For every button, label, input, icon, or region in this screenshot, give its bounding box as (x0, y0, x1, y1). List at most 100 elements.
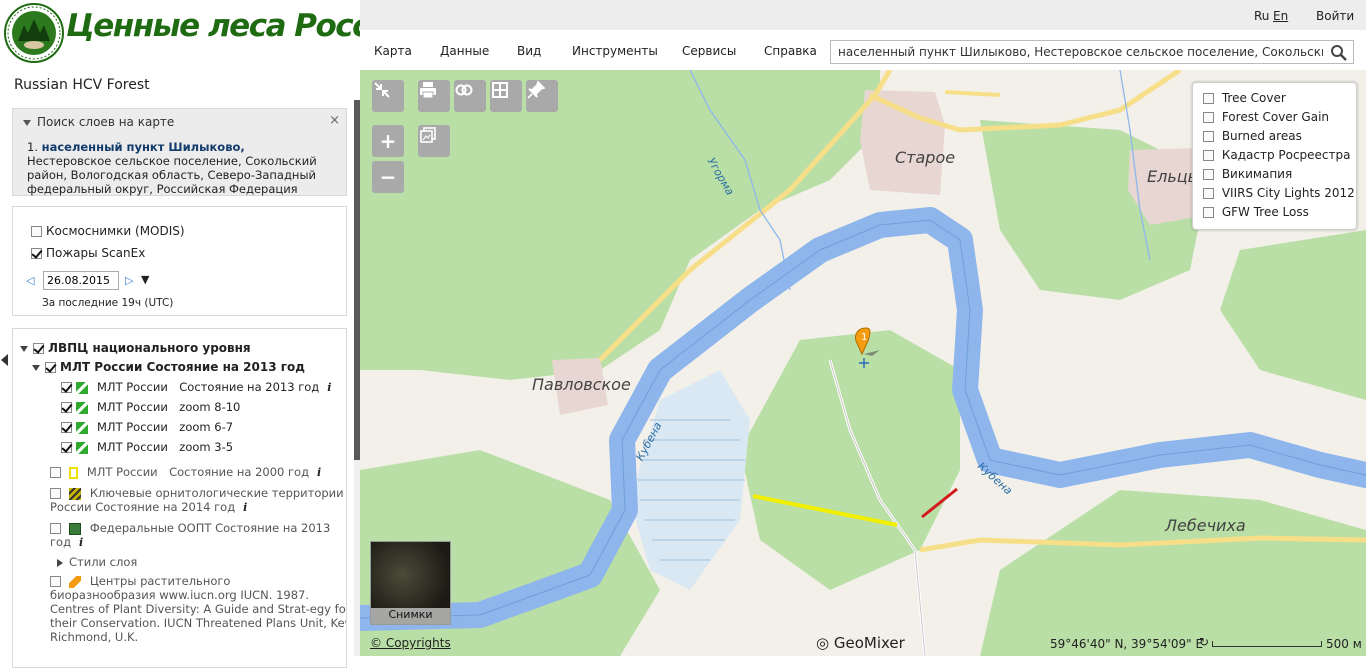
layer-item-mlt2000[interactable]: МЛТ России Состояние на 2000 год i (50, 465, 321, 479)
layer-group-national[interactable]: ЛВПЦ национального уровня (20, 341, 251, 355)
modis-layer-row[interactable]: Космоснимки (MODIS) (31, 224, 185, 238)
fires-layer-row[interactable]: Пожары ScanEx (31, 246, 145, 260)
layer-swatch-icon (76, 401, 88, 414)
collapse-triangle-icon (23, 119, 31, 126)
layer-item-plants[interactable]: Центры растительного (50, 574, 230, 588)
collapse-arrows-icon (374, 82, 390, 98)
layer-swatch-icon (76, 421, 88, 434)
overlay-item-gfw[interactable]: GFW Tree Loss (1203, 205, 1309, 219)
geomixer-brand[interactable]: ◎ GeoMixer (816, 634, 905, 652)
zoom-out-button[interactable]: − (372, 161, 404, 193)
overlay-item-cadastre[interactable]: Кадастр Росреестра (1203, 148, 1351, 162)
info-icon[interactable]: i (317, 466, 321, 479)
collapse-panel-icon[interactable] (1, 354, 8, 366)
link-icon (455, 84, 473, 96)
overlay-item-forest-gain[interactable]: Forest Cover Gain (1203, 110, 1329, 124)
overlay-item-tree-cover[interactable]: Tree Cover (1203, 91, 1286, 105)
search-results-header[interactable]: Поиск слоев на карте (23, 115, 174, 129)
overlay-item-wikimapia[interactable]: Викимапия (1203, 167, 1292, 181)
layer-item[interactable]: МЛТ России zoom 3-5 (61, 440, 233, 454)
permalink-button[interactable] (454, 80, 486, 112)
overlay-checkbox[interactable] (1203, 207, 1214, 218)
overlay-checkbox[interactable] (1203, 150, 1214, 161)
layer-item[interactable]: МЛТ России zoom 6-7 (61, 420, 233, 434)
date-next-icon[interactable]: ▷ (125, 274, 133, 287)
map-place-label: Павловское (532, 375, 631, 394)
fullscreen-button[interactable] (372, 80, 404, 112)
layer-item-birds-line2: России Состояние на 2014 год i (50, 500, 248, 514)
basemap-button[interactable] (418, 125, 450, 157)
pin-button[interactable] (526, 80, 558, 112)
logo[interactable]: Ценные леса России (0, 0, 411, 70)
layer-item-oopt[interactable]: Федеральные ООПТ Состояние на 2013 (50, 521, 330, 535)
overlay-checkbox[interactable] (1203, 93, 1214, 104)
expand-triangle-icon[interactable] (57, 558, 63, 567)
layer-checkbox[interactable] (61, 402, 72, 413)
fires-time-note: За последние 19ч (UTC) (42, 297, 174, 309)
layers-icon (420, 127, 436, 143)
map-marker-icon[interactable]: 1 (850, 326, 886, 368)
layer-checkbox[interactable] (50, 523, 61, 534)
expand-triangle-icon[interactable] (20, 345, 28, 352)
scale-label: 500 м (1326, 637, 1362, 651)
date-prev-icon[interactable]: ◁ (26, 274, 34, 287)
snapshots-label: Снимки (371, 608, 450, 624)
info-icon[interactable]: i (327, 381, 331, 394)
search-input[interactable] (830, 40, 1354, 64)
menu-view[interactable]: Вид (517, 44, 541, 58)
map-canvas[interactable]: Старое Ельцыно Павловское Лебечиха Угорм… (360, 70, 1366, 656)
overlay-item-burned[interactable]: Burned areas (1203, 129, 1302, 143)
layer-checkbox[interactable] (50, 467, 61, 478)
layer-swatch-icon (68, 575, 81, 588)
layer-item-plants-text: биоразнообразия www.iucn.org IUCN. 1987. (50, 588, 310, 602)
overlay-checkbox[interactable] (1203, 188, 1214, 199)
layer-item[interactable]: МЛТ России zoom 8-10 (61, 400, 240, 414)
layer-checkbox[interactable] (61, 422, 72, 433)
search-result-link[interactable]: населенный пункт Шилыково, (42, 140, 245, 154)
copyrights-link[interactable]: © Copyrights (370, 636, 451, 650)
refresh-coords-icon[interactable]: ↻ (1199, 635, 1209, 649)
search-result-item[interactable]: 1. населенный пункт Шилыково, Нестеровск… (27, 140, 327, 196)
layer-subgroup-mlt2013[interactable]: МЛТ России Состояние на 2013 год (32, 360, 305, 374)
coordinates-readout[interactable]: 59°46'40" N, 39°54'09" E (1050, 637, 1203, 651)
layer-swatch-icon (76, 441, 88, 454)
overlay-item-viirs[interactable]: VIIRS City Lights 2012 (1203, 186, 1355, 200)
expand-triangle-icon[interactable] (32, 364, 40, 371)
layer-item[interactable]: МЛТ России Состояние на 2013 год i (61, 380, 331, 394)
overlay-checkbox[interactable] (1203, 112, 1214, 123)
info-icon[interactable]: i (79, 536, 83, 549)
layer-checkbox[interactable] (61, 382, 72, 393)
overlay-checkbox[interactable] (1203, 169, 1214, 180)
layer-checkbox[interactable] (61, 442, 72, 453)
layer-swatch-icon (68, 466, 78, 479)
snapshots-switcher[interactable]: Снимки (370, 541, 451, 625)
print-button[interactable] (418, 80, 450, 112)
layer-item-birds[interactable]: Ключевые орнитологические территории (50, 486, 344, 500)
zoom-in-button[interactable]: + (372, 125, 404, 157)
menu-data[interactable]: Данные (440, 44, 489, 58)
info-icon[interactable]: i (243, 501, 247, 514)
lang-en-link[interactable]: En (1273, 9, 1288, 23)
close-icon[interactable]: × (329, 113, 340, 128)
top-header: Ru En Войти Карта Данные Вид Инструменты… (360, 0, 1366, 70)
header-top-bar: Ru En Войти (360, 0, 1366, 30)
fires-checkbox[interactable] (31, 248, 42, 259)
overlay-checkbox[interactable] (1203, 131, 1214, 142)
layer-checkbox[interactable] (50, 488, 61, 499)
search-icon[interactable] (1330, 44, 1348, 62)
menu-help[interactable]: Справка (764, 44, 817, 58)
date-dropdown-icon[interactable]: ▼ (141, 273, 149, 286)
login-link[interactable]: Войти (1316, 9, 1354, 23)
layer-styles-toggle[interactable]: Стили слоя (57, 555, 137, 569)
modis-checkbox[interactable] (31, 226, 42, 237)
left-panel: Ценные леса России Russian HCV Forest По… (0, 0, 411, 668)
grid-button[interactable] (490, 80, 522, 112)
menu-tools[interactable]: Инструменты (572, 44, 658, 58)
menu-services[interactable]: Сервисы (682, 44, 736, 58)
subgroup-checkbox[interactable] (45, 362, 56, 373)
date-input[interactable] (43, 271, 119, 290)
group-checkbox[interactable] (33, 343, 44, 354)
layer-checkbox[interactable] (50, 576, 61, 587)
lang-ru-link[interactable]: Ru (1254, 9, 1269, 23)
menu-map[interactable]: Карта (374, 44, 412, 58)
